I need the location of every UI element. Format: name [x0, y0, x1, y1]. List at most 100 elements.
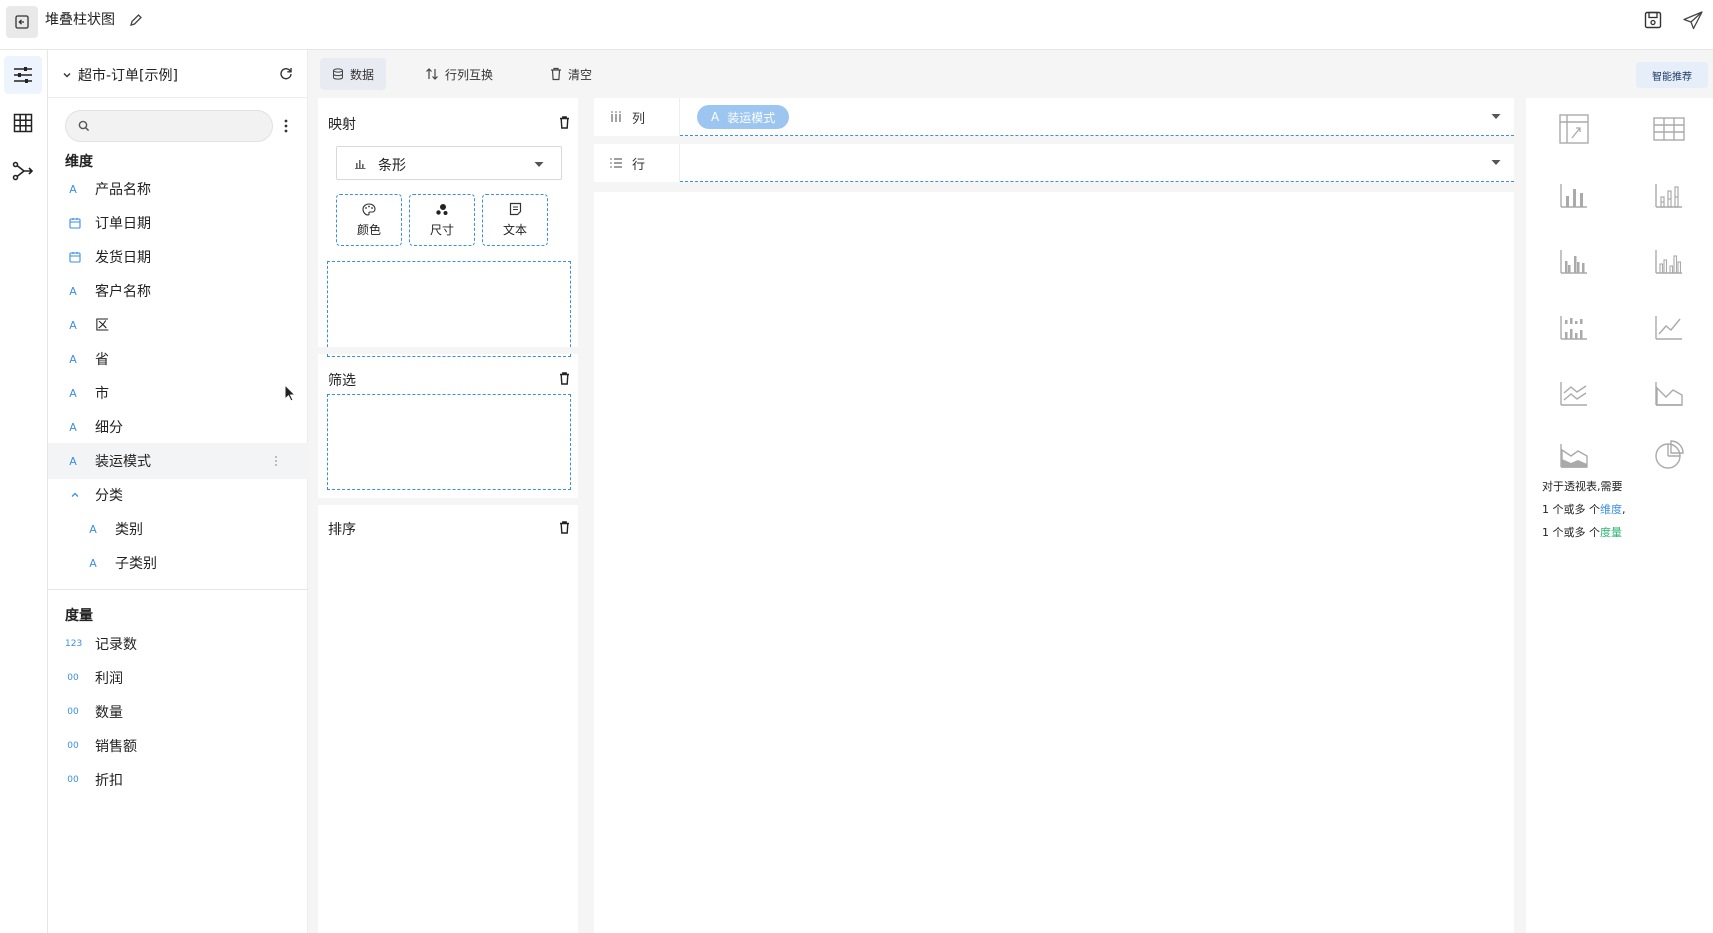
color-channel[interactable]: 颜色	[336, 194, 402, 246]
table-icon[interactable]	[1652, 112, 1686, 146]
pivot-table-icon[interactable]	[1557, 112, 1591, 146]
dimension-field[interactable]: A 子类别	[48, 545, 308, 581]
columns-drop-zone[interactable]: A 装运模式	[680, 98, 1514, 136]
trash-icon[interactable]	[559, 521, 570, 534]
decimal-type-icon: 00	[67, 707, 79, 717]
dimension-field[interactable]: A 省	[48, 341, 308, 377]
stacked-bar-icon[interactable]	[1652, 178, 1686, 212]
rail-table-button[interactable]	[4, 104, 42, 142]
filter-drop-zone[interactable]	[327, 394, 571, 490]
measure-field[interactable]: 123 记录数	[48, 626, 308, 662]
string-type-icon: A	[89, 556, 97, 570]
mapping-drop-zone[interactable]	[327, 261, 571, 357]
panel-separator	[318, 498, 578, 505]
integer-type-icon: 123	[65, 639, 83, 649]
chevron-down-icon[interactable]	[62, 70, 72, 80]
refresh-icon[interactable]	[279, 66, 293, 80]
string-type-icon: A	[69, 386, 77, 400]
caret-down-icon[interactable]	[1490, 159, 1502, 166]
columns-shelf-label: 列	[594, 98, 680, 136]
clear-button[interactable]: 清空	[538, 58, 604, 90]
pie-chart-icon[interactable]	[1652, 438, 1686, 472]
field-panel: 超市-订单[示例] 维度 A 产品名称 订单日期 发货日期 A 客户名称 A 区…	[48, 50, 308, 933]
caret-down-icon[interactable]	[1490, 113, 1502, 120]
stacked-area-icon[interactable]	[1557, 438, 1591, 472]
send-icon[interactable]	[1682, 10, 1704, 30]
multi-line-icon[interactable]	[1557, 376, 1591, 410]
area-chart-icon[interactable]	[1652, 376, 1686, 410]
list-icon	[610, 158, 622, 168]
swap-rows-columns-button[interactable]: 行列互换	[413, 58, 505, 90]
measure-hint: 度量	[1600, 526, 1622, 539]
dimension-field[interactable]: A 产品名称	[48, 171, 308, 207]
trash-icon[interactable]	[559, 372, 570, 385]
hint-line-2: 1 个或多 个维度,	[1542, 503, 1626, 516]
rows-shelf-label: 行	[594, 144, 680, 182]
decimal-type-icon: 00	[67, 775, 79, 785]
dimension-field[interactable]: A 类别	[48, 511, 308, 547]
mark-type-select[interactable]: 条形	[336, 146, 562, 180]
grid-icon	[13, 113, 33, 133]
dimension-field[interactable]: A 细分	[48, 409, 308, 445]
rail-settings-button[interactable]	[4, 56, 42, 94]
smart-recommend-button[interactable]: 智能推荐	[1636, 62, 1708, 88]
database-icon	[333, 68, 343, 80]
datasource-name[interactable]: 超市-订单[示例]	[78, 65, 178, 85]
text-doc-icon	[509, 202, 521, 216]
measure-field[interactable]: 00 数量	[48, 694, 308, 730]
column-field-pill[interactable]: A 装运模式	[697, 105, 790, 129]
dimension-group[interactable]: 分类	[48, 477, 308, 513]
hint-line-3: 1 个或多 个度量	[1542, 526, 1622, 539]
measure-field[interactable]: 00 销售额	[48, 728, 308, 764]
rail-flow-button[interactable]	[4, 152, 42, 190]
chart-canvas[interactable]	[594, 192, 1514, 933]
chart-recommend-panel: 对于透视表,需要 1 个或多 个维度, 1 个或多 个度量	[1520, 98, 1713, 933]
pencil-icon[interactable]	[128, 12, 144, 28]
string-type-icon: A	[69, 420, 77, 434]
dimension-field[interactable]: 发货日期	[48, 239, 308, 275]
dimension-field[interactable]: A 区	[48, 307, 308, 343]
dimension-field[interactable]: A 客户名称	[48, 273, 308, 309]
size-dots-icon	[436, 203, 448, 215]
chart-workspace: 列 A 装运模式 行	[590, 98, 1520, 933]
line-chart-icon[interactable]	[1652, 310, 1686, 344]
bar-chart-icon[interactable]	[1557, 178, 1591, 212]
save-icon[interactable]	[1643, 10, 1663, 30]
multi-bar-icon[interactable]	[1652, 244, 1686, 278]
dimension-field[interactable]: 订单日期	[48, 205, 308, 241]
faceted-bar-icon[interactable]	[1557, 310, 1591, 344]
exit-icon	[15, 15, 29, 29]
more-vertical-icon[interactable]	[274, 455, 278, 467]
trash-icon[interactable]	[559, 116, 570, 129]
palette-icon	[362, 202, 376, 216]
string-type-icon: A	[69, 352, 77, 366]
sort-title: 排序	[328, 522, 356, 538]
back-button[interactable]	[6, 6, 38, 38]
rows-drop-zone[interactable]	[680, 144, 1514, 182]
hint-line-1: 对于透视表,需要	[1542, 480, 1623, 493]
string-type-icon: A	[711, 110, 720, 124]
dimension-field[interactable]: A 市	[48, 375, 308, 411]
decimal-type-icon: 00	[67, 741, 79, 751]
branch-icon	[12, 161, 34, 181]
size-channel[interactable]: 尺寸	[409, 194, 475, 246]
text-channel[interactable]: 文本	[482, 194, 548, 246]
columns-shelf: 列 A 装运模式	[594, 98, 1514, 136]
measure-field[interactable]: 00 利润	[48, 660, 308, 696]
dimension-hint: 维度	[1600, 503, 1622, 516]
mouse-cursor-icon	[284, 384, 296, 402]
mapping-title: 映射	[328, 117, 356, 133]
rows-shelf: 行	[594, 144, 1514, 182]
dimension-field-selected[interactable]: A 装运模式	[48, 443, 308, 479]
measure-field[interactable]: 00 折扣	[48, 762, 308, 798]
field-search	[65, 110, 273, 142]
data-tab-button[interactable]: 数据	[320, 58, 387, 90]
editor-toolbar: 数据 行列互换 清空 智能推荐	[308, 50, 1713, 98]
more-vertical-icon[interactable]	[283, 117, 289, 135]
swap-icon	[426, 68, 438, 80]
section-divider	[48, 589, 308, 590]
search-input[interactable]	[98, 116, 258, 136]
caret-down-icon	[534, 162, 544, 167]
chart-title[interactable]: 堆叠柱状图	[45, 11, 115, 29]
grouped-bar-icon[interactable]	[1557, 244, 1591, 278]
